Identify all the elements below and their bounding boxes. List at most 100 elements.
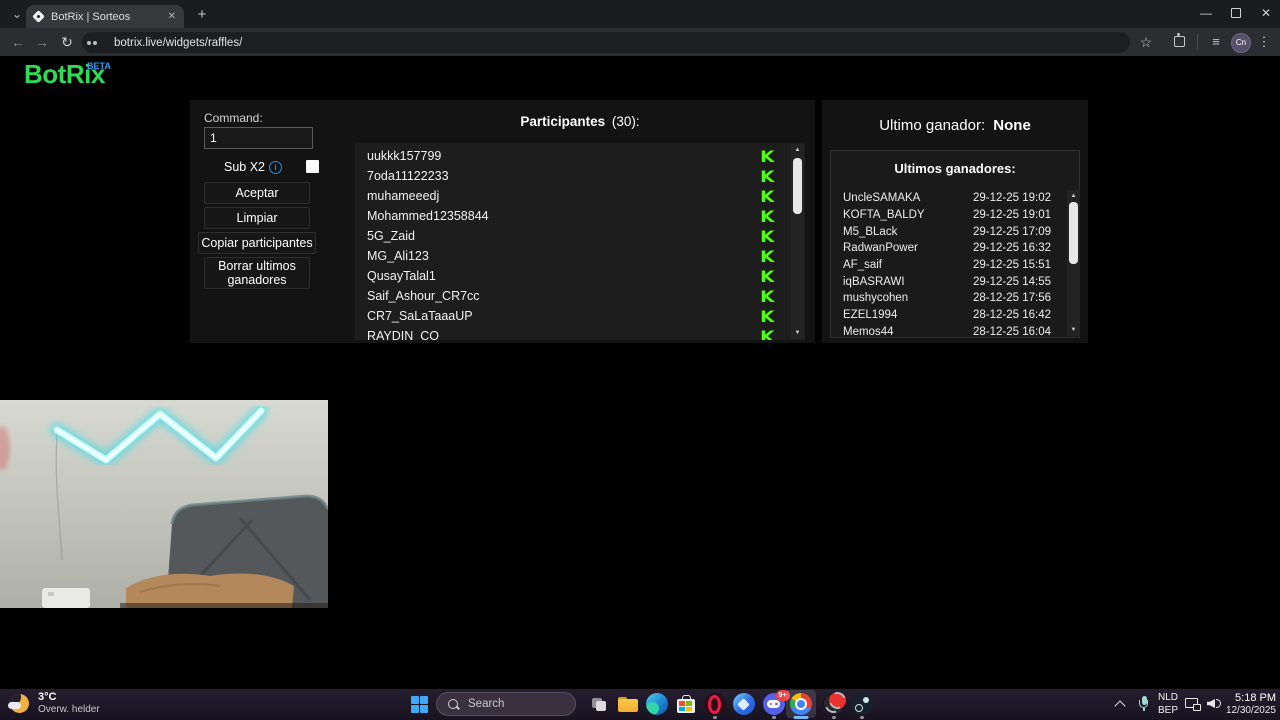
start-button[interactable] (406, 691, 433, 717)
kick-icon: K (759, 146, 774, 166)
reload-icon[interactable]: ↻ (57, 32, 77, 52)
opera-gx-button[interactable] (701, 691, 728, 719)
last-winner-label: Ultimo ganador: (879, 117, 986, 134)
volume-icon[interactable] (1207, 697, 1223, 711)
ring-app-icon (822, 689, 849, 716)
winner-row: EZEL1994 28-12-25 16:42 (843, 307, 1051, 324)
back-icon[interactable]: ← (8, 32, 28, 52)
chrome-button[interactable] (786, 690, 816, 719)
tab-close-icon[interactable]: ✕ (168, 11, 176, 22)
participants-list: uukkk157799 K 7oda11122233 Kmuhameeedj K Moha… (355, 143, 805, 340)
participant-row: uukkk157799 K (355, 146, 805, 166)
weather-widget[interactable]: 3°C Overw. helder (6, 689, 156, 720)
winners-scrollbar[interactable]: ▲ ▼ (1067, 190, 1080, 336)
kick-icon: K (759, 306, 774, 326)
url-bar[interactable]: botrix.live/widgets/raffles/ (82, 32, 1130, 53)
scroll-up-icon[interactable]: ▲ (791, 144, 804, 156)
command-input[interactable] (204, 127, 313, 149)
running-indicator (712, 716, 717, 719)
new-tab-button[interactable]: + (192, 5, 212, 25)
winners-list: UncleSAMAKA 29-12-25 19:02 KOFTA_BALDY 29-1… (843, 190, 1051, 336)
command-label: Command: (204, 111, 263, 125)
kick-icon: K (759, 206, 774, 226)
participants-title: Participantes (30): (355, 114, 805, 129)
limpiar-button[interactable]: Limpiar (204, 207, 310, 229)
participants-title-text: Participantes (520, 114, 606, 129)
extensions-icon[interactable] (1174, 33, 1185, 47)
browser-tab[interactable]: BotRix | Sorteos ✕ (26, 5, 184, 28)
running-indicator (859, 716, 864, 719)
edge-button[interactable] (643, 691, 670, 717)
window-close-button[interactable]: ✕ (1256, 4, 1276, 22)
winner-row: AF_saif 29-12-25 15:51 (843, 257, 1051, 274)
url-text: botrix.live/widgets/raffles/ (114, 36, 243, 49)
taskbar-clock[interactable]: 5:18 PM 12/30/2025 (1222, 691, 1276, 717)
task-view-button[interactable] (586, 691, 613, 717)
active-app-indicator (793, 716, 809, 719)
kick-icon: K (759, 266, 774, 286)
tray-overflow-chevron-icon[interactable] (1116, 700, 1125, 709)
participant-name: Mohammed12358844 (367, 209, 489, 223)
discord-icon: 9+ (762, 690, 790, 715)
file-explorer-button[interactable] (614, 691, 641, 717)
sub-x2-checkbox[interactable] (306, 160, 319, 173)
search-icon (448, 699, 458, 709)
copiar-participantes-button[interactable]: Copiar participantes (198, 232, 316, 254)
kick-icon: K (759, 326, 774, 341)
info-icon[interactable]: i (269, 161, 282, 174)
webcam-image (0, 400, 329, 608)
window-maximize-button[interactable] (1226, 4, 1246, 22)
weather-cloud-icon (8, 702, 21, 709)
participant-row: CR7_SaLaTaaaUP K (355, 306, 805, 326)
winner-row: iqBASRAWI 29-12-25 14:55 (843, 273, 1051, 290)
microphone-icon[interactable] (1139, 696, 1149, 712)
participant-name: QusayTalal1 (367, 269, 436, 283)
aceptar-button[interactable]: Aceptar (204, 182, 310, 204)
store-button[interactable] (672, 691, 699, 717)
scroll-up-icon[interactable]: ▲ (1067, 190, 1080, 202)
participant-row: 7oda11122233 K (355, 166, 805, 186)
winner-time: 28-12-25 16:04 (972, 325, 1051, 336)
language-bottom: BEP (1157, 705, 1178, 716)
profile-avatar[interactable]: Cn (1231, 33, 1251, 53)
side-panel-icon[interactable]: ≡ (1208, 34, 1224, 50)
network-icon[interactable] (1185, 698, 1201, 711)
window-minimize-button[interactable]: — (1196, 4, 1216, 22)
winner-name: KOFTA_BALDY (843, 209, 925, 222)
bookmark-star-icon[interactable]: ☆ (1136, 32, 1156, 52)
winners-box-title: Ultimos ganadores: (894, 161, 1016, 176)
winner-row: Memos44 28-12-25 16:04 (843, 324, 1051, 336)
participant-name: CR7_SaLaTaaaUP (367, 309, 473, 323)
participant-name: 7oda11122233 (367, 169, 449, 183)
scroll-down-icon[interactable]: ▼ (791, 327, 804, 339)
weather-temp: 3°C (38, 691, 57, 703)
winners-scroll-thumb[interactable] (1069, 202, 1078, 264)
kick-icon: K (759, 286, 774, 306)
webcam-feed (0, 400, 329, 608)
participants-scrollbar[interactable]: ▲ ▼ (791, 144, 804, 339)
edge-icon (645, 693, 668, 715)
winner-name: mushycohen (843, 292, 909, 305)
ring-app-button[interactable] (820, 689, 849, 719)
participant-name: uukkk157799 (367, 149, 442, 163)
discord-button[interactable]: 9+ (760, 690, 790, 719)
participant-row: RAYDIN_CO K (355, 326, 805, 341)
steam-button[interactable] (848, 691, 875, 719)
language-top: NLD (1157, 692, 1178, 703)
participant-name: RAYDIN_CO (367, 329, 440, 340)
running-indicator (831, 716, 836, 719)
scroll-down-icon[interactable]: ▼ (1067, 324, 1080, 336)
forward-icon[interactable]: → (32, 32, 52, 52)
language-indicator[interactable]: NLD BEP (1155, 691, 1181, 717)
screen: ⌄ BotRix | Sorteos ✕ + — ✕ ← → ↻ botrix.… (0, 0, 1280, 720)
copilot-button[interactable] (730, 691, 757, 717)
participants-scroll-thumb[interactable] (793, 158, 802, 214)
borrar-ultimos-ganadores-button[interactable]: Borrar ultimos ganadores (204, 257, 310, 289)
store-icon (676, 695, 696, 713)
winner-time: 28-12-25 16:42 (972, 309, 1051, 322)
taskbar-search[interactable]: Search (436, 692, 576, 716)
beta-badge: BETA (87, 61, 111, 71)
tab-search-chevron-icon[interactable]: ⌄ (8, 6, 26, 22)
browser-menu-icon[interactable]: ⋮ (1257, 33, 1271, 51)
winner-row: UncleSAMAKA 29-12-25 19:02 (843, 190, 1051, 207)
